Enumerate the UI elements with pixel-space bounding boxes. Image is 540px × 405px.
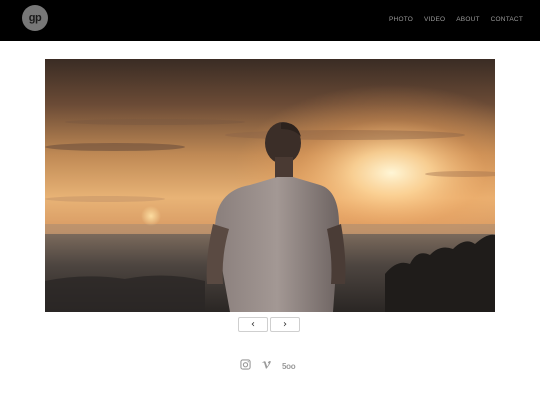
nav-video[interactable]: VIDEO	[424, 16, 445, 23]
500px-icon[interactable]: 5oo	[282, 362, 296, 371]
nav-photo[interactable]: PHOTO	[389, 16, 413, 23]
hero-photo	[45, 59, 495, 312]
vimeo-icon[interactable]	[261, 357, 272, 375]
top-navigation-bar: gp PHOTO VIDEO ABOUT CONTACT	[0, 0, 540, 41]
nav-contact[interactable]: CONTACT	[491, 16, 523, 23]
logo-text: gp	[28, 12, 42, 24]
instagram-icon[interactable]	[240, 357, 251, 375]
nav-about[interactable]: ABOUT	[456, 16, 479, 23]
social-links: 5oo	[240, 357, 296, 375]
previous-button[interactable]: ‹	[238, 317, 268, 332]
main-nav: PHOTO VIDEO ABOUT CONTACT	[389, 16, 523, 23]
gallery-pager: ‹ ›	[238, 317, 300, 332]
next-button[interactable]: ›	[270, 317, 300, 332]
site-logo[interactable]: gp	[22, 5, 48, 31]
